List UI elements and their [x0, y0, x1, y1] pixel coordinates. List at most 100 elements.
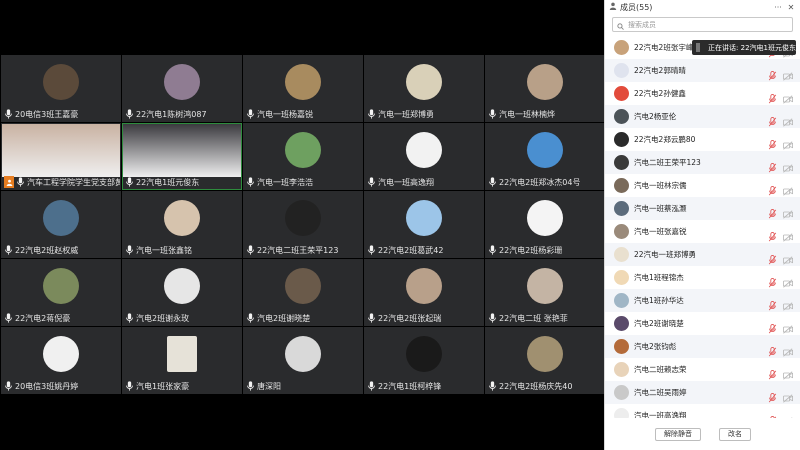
member-row[interactable]: 汽电二班赖志荣 [605, 358, 800, 381]
muted-mic-icon[interactable] [768, 411, 777, 418]
muted-mic-icon[interactable] [768, 158, 777, 172]
participant-tile[interactable]: 20电信3班王嘉豪 [1, 55, 121, 122]
muted-mic-icon[interactable] [768, 296, 777, 310]
member-list: 22汽电2班张宇峰 22汽电2郭晴晴 22汽电2孙健鑫 汽电2杨亚伦 22汽电2郑云鹏8… [605, 36, 800, 418]
rename-button[interactable]: 改名 [719, 427, 751, 441]
participant-tile[interactable]: 22汽电2班葛武42 [364, 191, 484, 258]
participant-tile[interactable]: 汽电2班谢永玫 [122, 259, 242, 326]
participant-tile[interactable]: 22汽电二班 张艳菲 [485, 259, 605, 326]
participant-tile[interactable]: 22汽电2班赵权威 [1, 191, 121, 258]
participant-tile[interactable]: 22汽电2蒋倪豪 [1, 259, 121, 326]
participant-name: 22汽电2班葛武42 [378, 245, 444, 255]
participant-tile[interactable]: 22汽电1陈树鸿087 [122, 55, 242, 122]
muted-mic-icon[interactable] [768, 181, 777, 195]
participant-avatar [527, 268, 563, 304]
camera-off-icon[interactable] [783, 204, 793, 219]
participant-name: 22汽电1班柯梓锋 [378, 381, 442, 391]
muted-mic-icon[interactable] [768, 388, 777, 402]
member-row[interactable]: 22汽电一班郑博勇 [605, 243, 800, 266]
participant-tile[interactable]: 汽电一班李浩浩 [243, 123, 363, 190]
member-row[interactable]: 汽电一班林宗儒 [605, 174, 800, 197]
camera-off-icon[interactable] [783, 365, 793, 380]
participant-tile[interactable]: 汽电2班谢晓楚 [243, 259, 363, 326]
muted-mic-icon[interactable] [768, 135, 777, 149]
muted-mic-icon[interactable] [768, 89, 777, 103]
camera-off-icon[interactable] [783, 388, 793, 403]
member-name: 汽电二班吴雨婷 [634, 388, 687, 397]
member-row[interactable]: 汽电1班孙华达 [605, 289, 800, 312]
participant-tile[interactable]: 22汽电1班元俊东 [122, 123, 242, 190]
camera-off-icon[interactable] [783, 112, 793, 127]
muted-mic-icon[interactable] [768, 342, 777, 356]
muted-mic-icon[interactable] [768, 365, 777, 379]
member-name: 汽电一班高逸翔 [634, 411, 687, 418]
participant-avatar [285, 200, 321, 236]
member-row[interactable]: 汽电二班王荣平123 [605, 151, 800, 174]
participant-tile[interactable]: 22汽电1班柯梓锋 [364, 327, 484, 394]
member-row[interactable]: 22汽电2郑云鹏80 [605, 128, 800, 151]
camera-off-icon[interactable] [783, 89, 793, 104]
participant-tile[interactable]: 汽电一班郑博勇 [364, 55, 484, 122]
member-row[interactable]: 汽电2张钧彪 [605, 335, 800, 358]
participant-avatar [527, 132, 563, 168]
participant-tile[interactable]: 汽电1班张家豪 [122, 327, 242, 394]
camera-off-icon[interactable] [783, 296, 793, 311]
member-row[interactable]: 汽电二班吴雨婷 [605, 381, 800, 404]
camera-off-icon[interactable] [783, 66, 793, 81]
muted-mic-icon[interactable] [768, 273, 777, 287]
participant-tile[interactable]: 汽电一班杨嘉锐 [243, 55, 363, 122]
muted-mic-icon[interactable] [768, 66, 777, 80]
participant-tile[interactable]: 汽电一班高逸翔 [364, 123, 484, 190]
member-row[interactable]: 汽电一班张嘉锐 [605, 220, 800, 243]
participant-namebar: 汽电2班谢永玫 [123, 311, 241, 325]
member-row[interactable]: 22汽电2郭晴晴 [605, 59, 800, 82]
muted-mic-icon[interactable] [768, 319, 777, 333]
speaker-avatar [696, 43, 701, 52]
participant-tile[interactable]: 22汽电2班杨彩珊 [485, 191, 605, 258]
camera-off-icon[interactable] [783, 135, 793, 150]
search-input[interactable] [628, 20, 778, 29]
participant-tile[interactable]: 20电信3班姚丹婷 [1, 327, 121, 394]
participant-namebar: 22汽电2蒋倪豪 [2, 311, 120, 325]
participant-tile[interactable]: 22汽电2班杨庆先40 [485, 327, 605, 394]
close-icon[interactable]: ✕ [786, 2, 796, 12]
camera-off-icon[interactable] [783, 181, 793, 196]
muted-mic-icon[interactable] [768, 227, 777, 241]
more-options-icon[interactable]: ··· [773, 2, 783, 12]
camera-off-icon[interactable] [783, 319, 793, 334]
participant-namebar: 22汽电1班柯梓锋 [365, 379, 483, 393]
participant-tile[interactable]: 汽电一班张鑫铭 [122, 191, 242, 258]
participant-avatar [43, 200, 79, 236]
member-row[interactable]: 汽电一班蔡泓灏 [605, 197, 800, 220]
member-row[interactable]: 汽电2杨亚伦 [605, 105, 800, 128]
participant-tile[interactable]: 22汽电2班张起瑞 [364, 259, 484, 326]
unmute-button[interactable]: 解除静音 [655, 427, 701, 441]
muted-mic-icon[interactable] [768, 250, 777, 264]
participant-tile[interactable]: 汽电一班林楠烨 [485, 55, 605, 122]
camera-off-icon[interactable] [783, 342, 793, 357]
member-row[interactable]: 22汽电2孙健鑫 [605, 82, 800, 105]
member-row[interactable]: 汽电2班谢晓楚 [605, 312, 800, 335]
participant-tile[interactable]: 唐深阳 [243, 327, 363, 394]
microphone-icon [4, 109, 13, 119]
participant-tile[interactable]: 22汽电2班郑冰杰04号 [485, 123, 605, 190]
camera-off-icon[interactable] [783, 273, 793, 288]
video-grid: 20电信3班王嘉豪 22汽电1陈树鸿087 汽电一班杨嘉锐 汽电一班郑博勇 汽电一班林楠… [0, 55, 605, 397]
microphone-icon [4, 245, 13, 255]
camera-off-icon[interactable] [783, 158, 793, 173]
camera-off-icon[interactable] [783, 227, 793, 242]
member-search[interactable] [612, 17, 793, 32]
participant-name: 22汽电1班元俊东 [136, 177, 200, 187]
member-name: 汽电1班孙华达 [634, 296, 684, 305]
participant-tile[interactable]: 22汽电二班王荣平123 [243, 191, 363, 258]
camera-off-icon[interactable] [783, 411, 793, 418]
camera-off-icon[interactable] [783, 250, 793, 265]
participant-tile[interactable]: 汽车工程学院学生党支部黄安妮 [1, 123, 121, 190]
participant-name: 唐深阳 [257, 381, 281, 391]
microphone-icon [488, 313, 497, 323]
muted-mic-icon[interactable] [768, 112, 777, 126]
member-row[interactable]: 汽电一班高逸翔 [605, 404, 800, 418]
participant-avatar [406, 132, 442, 168]
member-row[interactable]: 汽电1班程锦杰 [605, 266, 800, 289]
muted-mic-icon[interactable] [768, 204, 777, 218]
